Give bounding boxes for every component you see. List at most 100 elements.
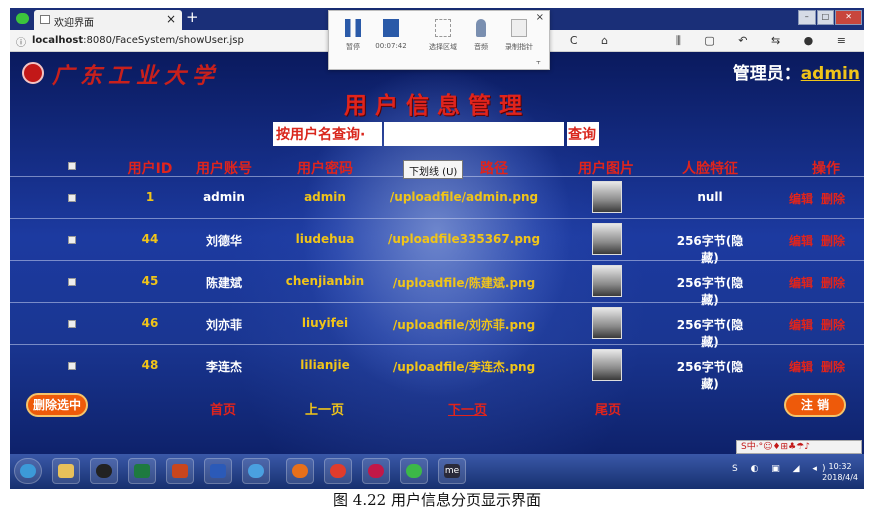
tab-close-icon[interactable]: × xyxy=(166,12,176,26)
search-input[interactable] xyxy=(384,122,564,146)
recorder-close-icon[interactable]: × xyxy=(536,12,544,23)
cell-account: 陈建斌 xyxy=(205,276,242,290)
pause-label: 暂停 xyxy=(346,43,360,51)
table-row: 1 admin admin /uploadfile/admin.png null… xyxy=(10,176,864,216)
start-button[interactable] xyxy=(14,458,42,484)
edit-link[interactable]: 编辑 xyxy=(784,190,818,207)
me-app-icon[interactable]: me xyxy=(438,458,466,484)
delete-link[interactable]: 删除 xyxy=(816,190,850,207)
last-page-link[interactable]: 尾页 xyxy=(595,399,621,418)
system-tray[interactable]: S ◐ ▣ ◢ ◂) xyxy=(732,464,830,474)
first-page-link[interactable]: 首页 xyxy=(210,399,236,418)
admin-label: 管理员： xyxy=(732,64,801,84)
logout-button[interactable]: 注 销 xyxy=(784,393,846,417)
browser-app-icon[interactable] xyxy=(16,13,29,24)
recording-time: 00:07:42 xyxy=(375,42,407,50)
delete-link[interactable]: 删除 xyxy=(816,232,850,249)
microphone-icon xyxy=(476,19,486,37)
clock-time: 10:32 xyxy=(828,462,852,471)
admin-info: 管理员：admin xyxy=(733,59,860,84)
table-row: 44 刘德华 liudehua /uploadfile335367.png 25… xyxy=(10,218,864,265)
cell-id: 45 xyxy=(141,274,159,288)
word-icon[interactable] xyxy=(204,458,232,484)
pin-icon[interactable]: ⫟ xyxy=(536,57,541,67)
cell-path: /uploadfile/刘亦菲.png xyxy=(392,318,536,332)
audio-label: 音频 xyxy=(474,43,488,51)
new-tab-button[interactable]: + xyxy=(186,8,199,26)
record-pointer-button[interactable]: 录制指针 xyxy=(501,19,537,52)
cell-account: 刘德华 xyxy=(205,234,242,248)
cell-account: 刘亦菲 xyxy=(205,318,242,332)
system-clock[interactable]: 10:32 2018/4/4 xyxy=(822,461,858,483)
user-photo xyxy=(592,223,622,255)
row-checkbox[interactable] xyxy=(62,191,82,205)
excel-icon[interactable] xyxy=(128,458,156,484)
pause-icon xyxy=(345,19,361,37)
url-field[interactable]: localhost:8080/FaceSystem/showUser.jsp xyxy=(32,35,244,46)
network-app-icon[interactable] xyxy=(242,458,270,484)
table-row: 46 刘亦菲 liuyifei /uploadfile/刘亦菲.png 256字… xyxy=(10,302,864,349)
cell-password: admin xyxy=(304,190,346,204)
select-all-checkbox[interactable] xyxy=(62,158,82,174)
qq-icon[interactable] xyxy=(90,458,118,484)
windows-taskbar: S中·°☺♦⊞♣☂♪ me S ◐ ▣ ◢ ◂) 10:32 2018/4/4 xyxy=(10,440,864,489)
cell-password: liudehua xyxy=(295,232,355,246)
powerpoint-icon[interactable] xyxy=(166,458,194,484)
screenshot-frame: 欢迎界面 × + – □ ✕ ⓘ localhost:8080/FaceSyst… xyxy=(10,8,864,489)
header-feature: 人脸特征 xyxy=(682,161,738,177)
user-photo xyxy=(592,181,622,213)
next-page-link[interactable]: 下一页 xyxy=(448,399,487,418)
pagination-bar: 删除选中 首页 上一页 下一页 尾页 注 销 xyxy=(10,393,864,419)
admin-name-link[interactable]: admin xyxy=(801,64,860,84)
ime-toolbar[interactable]: S中·°☺♦⊞♣☂♪ xyxy=(736,440,862,454)
header-account: 用户账号 xyxy=(196,161,252,177)
row-checkbox[interactable] xyxy=(62,317,82,331)
pause-button[interactable]: 暂停 xyxy=(335,19,371,52)
header-image: 用户图片 xyxy=(578,161,634,177)
cell-feature: null xyxy=(697,190,723,204)
maximize-button[interactable]: □ xyxy=(816,10,835,25)
edit-link[interactable]: 编辑 xyxy=(784,358,818,375)
edit-link[interactable]: 编辑 xyxy=(784,274,818,291)
pointer-icon xyxy=(511,19,527,37)
cell-password: liuyifei xyxy=(301,316,349,330)
delete-link[interactable]: 删除 xyxy=(816,274,850,291)
page-title: 用户信息管理 xyxy=(344,93,530,119)
app-icon[interactable] xyxy=(362,458,390,484)
cell-password: lilianjie xyxy=(300,358,350,372)
row-checkbox[interactable] xyxy=(62,359,82,373)
region-label: 选择区域 xyxy=(429,43,457,51)
edit-link[interactable]: 编辑 xyxy=(784,316,818,333)
delete-link[interactable]: 删除 xyxy=(816,316,850,333)
info-icon[interactable]: ⓘ xyxy=(16,34,26,49)
header-actions: 操作 xyxy=(812,161,840,177)
search-button[interactable]: 查询 xyxy=(567,122,599,146)
browser-tab[interactable]: 欢迎界面 × xyxy=(34,10,182,30)
prev-page-link[interactable]: 上一页 xyxy=(305,399,344,418)
search-type-select[interactable]: 按用户名查询· xyxy=(273,122,382,146)
cell-account: 李连杰 xyxy=(205,360,242,374)
nav-buttons[interactable]: › C ⌂ xyxy=(542,34,618,47)
chrome-icon[interactable] xyxy=(324,458,352,484)
select-region-button[interactable]: 选择区域 xyxy=(425,19,461,52)
window-close-button[interactable]: ✕ xyxy=(835,10,863,25)
pointer-label: 录制指针 xyxy=(505,43,533,51)
firefox-icon[interactable] xyxy=(286,458,314,484)
figure-caption: 图 4.22 用户信息分页显示界面 xyxy=(333,491,541,509)
edit-link[interactable]: 编辑 xyxy=(784,232,818,249)
media-player-icon[interactable] xyxy=(400,458,428,484)
page-viewport: 广东工业大学 管理员：admin 用户信息管理 按用户名查询· 查询 用户ID … xyxy=(10,52,864,462)
row-checkbox[interactable] xyxy=(62,275,82,289)
browser-tools[interactable]: ⫼ ▢ ↶ ⇆ ● ≡ xyxy=(676,34,856,48)
row-checkbox[interactable] xyxy=(62,233,82,247)
table-row: 45 陈建斌 chenjianbin /uploadfile/陈建斌.png 2… xyxy=(10,260,864,307)
delete-selected-button[interactable]: 删除选中 xyxy=(26,393,88,417)
audio-button[interactable]: 音频 xyxy=(463,19,499,52)
stop-button[interactable]: 00:07:42 xyxy=(373,19,409,50)
delete-link[interactable]: 删除 xyxy=(816,358,850,375)
cell-path: /uploadfile/admin.png xyxy=(389,190,539,204)
explorer-icon[interactable] xyxy=(52,458,80,484)
minimize-button[interactable]: – xyxy=(798,10,816,25)
window-controls: – □ ✕ xyxy=(798,10,863,25)
tab-title: 欢迎界面 xyxy=(54,18,94,29)
